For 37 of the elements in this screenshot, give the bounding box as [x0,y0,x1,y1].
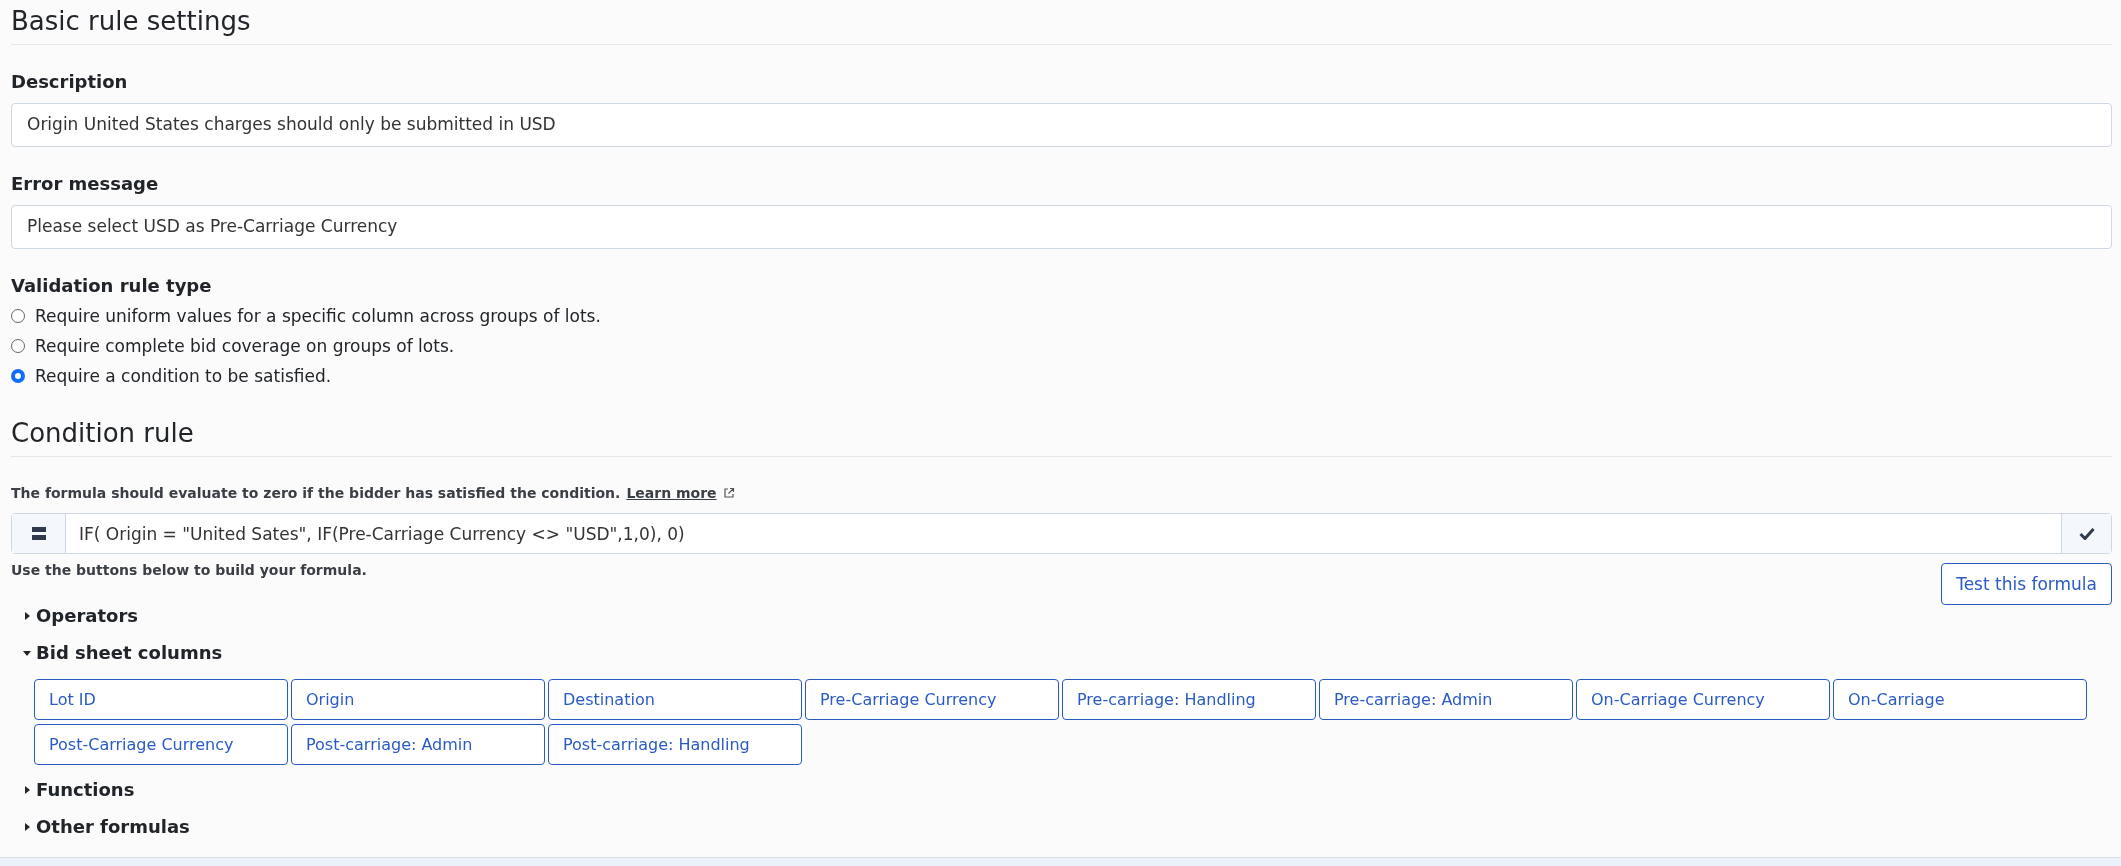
external-link-icon [722,487,735,499]
formula-hint: The formula should evaluate to zero if the bidder has satisfied the condition. [11,485,621,501]
radio-label[interactable]: Require uniform values for a specific column across groups of lots. [35,306,601,326]
group-toggle[interactable]: Bid sheet columns [23,642,223,663]
section-title: Condition rule [11,418,194,448]
column-button[interactable]: Lot ID [34,679,288,720]
field-label: Validation rule type [11,275,212,296]
group-toggle[interactable]: Other formulas [23,816,190,837]
column-button[interactable]: Destination [548,679,802,720]
column-button[interactable]: Post-carriage: Admin [291,724,545,765]
section-title: Basic rule settings [11,6,251,36]
radio-button[interactable] [11,309,25,323]
column-button[interactable]: Post-Carriage Currency [34,724,288,765]
check-icon [2078,527,2095,540]
field-label: Description [11,71,128,92]
column-button[interactable]: On-Carriage [1833,679,2087,720]
validate-button[interactable] [2061,514,2111,553]
field-label: Error message [11,173,159,194]
column-button[interactable]: On-Carriage Currency [1576,679,1830,720]
radio-label[interactable]: Require complete bid coverage on groups of lots. [35,336,455,356]
test-formula-button[interactable]: Test this formula [1941,563,2112,605]
formula-help-text: Use the buttons below to build your formula. [11,562,367,578]
column-button[interactable]: Post-carriage: Handling [548,724,802,765]
radio-button[interactable] [11,369,25,383]
column-button[interactable]: Origin [291,679,545,720]
learn-more-link[interactable]: Learn more [626,485,717,501]
column-button[interactable]: Pre-carriage: Admin [1319,679,1573,720]
group-toggle[interactable]: Functions [23,779,135,800]
column-button[interactable]: Pre-carriage: Handling [1062,679,1316,720]
column-button[interactable]: Pre-Carriage Currency [805,679,1059,720]
group-toggle[interactable]: Operators [23,605,138,626]
equals-icon [31,527,46,540]
radio-label[interactable]: Require a condition to be satisfied. [35,366,332,386]
error-message-field[interactable]: Please select USD as Pre-Carriage Currency [11,205,2112,249]
description-field[interactable]: Origin United States charges should only be submitted in USD [11,103,2112,147]
radio-button[interactable] [11,339,25,353]
equals-button[interactable] [12,514,66,553]
